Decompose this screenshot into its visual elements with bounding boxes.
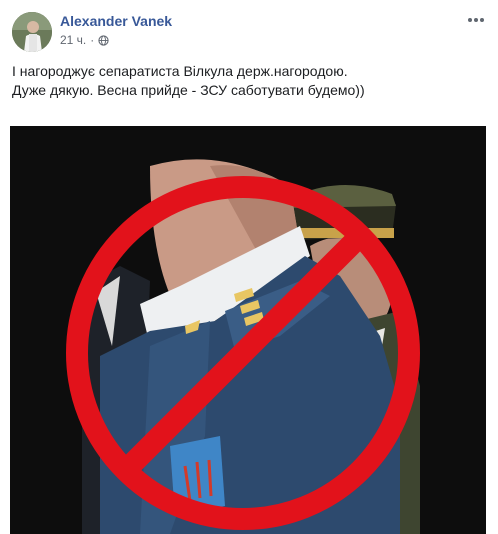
globe-icon[interactable] [98, 34, 109, 46]
post-image[interactable] [0, 106, 498, 534]
avatar[interactable] [12, 12, 52, 52]
post-meta: 21 ч. · [60, 33, 109, 47]
post-time[interactable]: 21 ч. [60, 33, 86, 47]
post-text-line-2: Дуже дякую. Весна прийде - ЗСУ саботуват… [12, 82, 365, 98]
meta-separator: · [90, 33, 95, 47]
author-name[interactable]: Alexander Vanek [60, 13, 172, 29]
avatar-image [12, 12, 52, 52]
post-text-line-1: І нагороджує сепаратиста Вілкула держ.на… [12, 63, 348, 79]
more-dots-icon[interactable] [466, 10, 486, 30]
post-text: І нагороджує сепаратиста Вілкула держ.на… [12, 62, 486, 100]
post-header: Alexander Vanek 21 ч. · [0, 0, 498, 56]
